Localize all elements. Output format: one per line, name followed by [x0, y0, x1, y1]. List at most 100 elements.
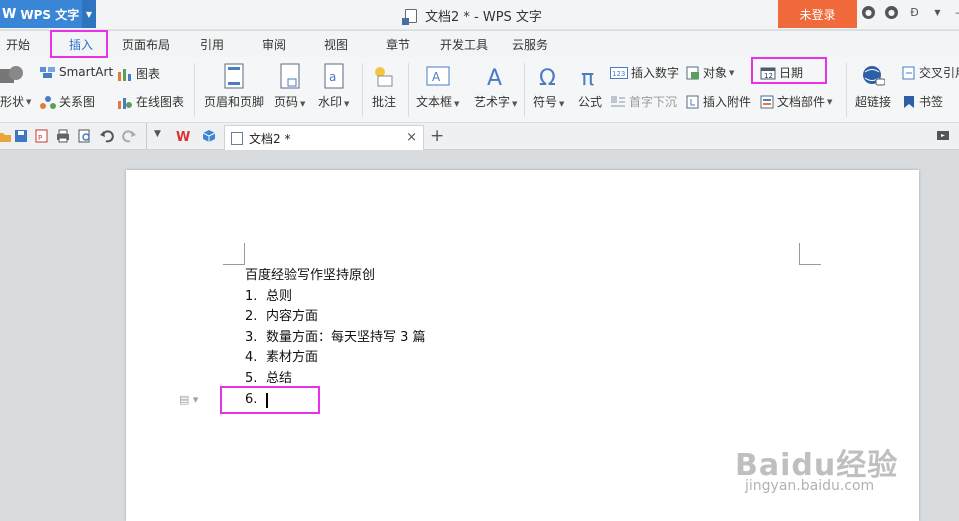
- svg-text:π: π: [581, 66, 594, 88]
- quick-access-toolbar: P ▼ W 文档2 * × +: [0, 123, 959, 150]
- page-number-icon: [278, 63, 302, 89]
- shapes-button[interactable]: 形状 ▼: [0, 93, 31, 110]
- bookmark-button[interactable]: 书签: [902, 93, 943, 110]
- chart-button[interactable]: 图表: [117, 65, 160, 82]
- wordart-label: 艺术字: [474, 95, 511, 109]
- object-button[interactable]: 对象 ▼: [686, 64, 734, 81]
- drop-cap-button[interactable]: 首字下沉: [610, 93, 677, 110]
- insert-number-button[interactable]: 123 插入数字: [610, 64, 679, 81]
- list-item: 2. 内容方面: [245, 309, 319, 325]
- textbox-label: 文本框: [416, 95, 453, 109]
- insert-attachment-button[interactable]: 插入附件: [686, 93, 751, 110]
- watermark-label: 水印: [318, 95, 343, 109]
- svg-text:a: a: [329, 70, 336, 84]
- attachment-icon: [686, 95, 699, 108]
- smartart-icon: [40, 67, 55, 78]
- undo-icon[interactable]: [100, 129, 114, 143]
- drop-cap-icon: [611, 95, 625, 107]
- tab-home[interactable]: 开始: [6, 36, 30, 53]
- page-number-button[interactable]: 页码 ▼: [274, 63, 305, 110]
- formula-label: 公式: [578, 95, 603, 109]
- tab-developer[interactable]: 开发工具: [440, 36, 488, 53]
- paragraph-handle-icon[interactable]: ▤ ▾: [179, 393, 198, 406]
- shapes-icon[interactable]: [0, 65, 29, 85]
- chart-label: 图表: [136, 67, 161, 81]
- cross-ref-button[interactable]: 交叉引用: [902, 64, 959, 81]
- wordart-button[interactable]: A 艺术字 ▼: [474, 63, 517, 110]
- svg-text:A: A: [487, 66, 502, 88]
- baidu-watermark-url: jingyan.baidu.com: [745, 478, 875, 494]
- doc-parts-button[interactable]: 文档部件 ▼: [760, 93, 832, 110]
- cube-icon[interactable]: [202, 129, 216, 143]
- window-title: 文档2 * - WPS 文字: [402, 6, 542, 25]
- tab-references[interactable]: 引用: [200, 36, 224, 53]
- number-icon: 123: [610, 66, 628, 79]
- hyperlink-button[interactable]: 超链接: [855, 63, 891, 110]
- smartart-button[interactable]: SmartArt: [40, 65, 113, 79]
- ribbon-separator: [846, 63, 847, 117]
- window-title-text: 文档2 * - WPS 文字: [425, 10, 542, 25]
- toolbar-separator: [146, 123, 147, 149]
- document-icon: [231, 131, 243, 145]
- customize-dropdown-icon[interactable]: ▼: [154, 129, 161, 139]
- export-pdf-icon[interactable]: P: [35, 129, 49, 143]
- ribbon-separator: [362, 63, 363, 117]
- redo-icon[interactable]: [122, 129, 136, 143]
- minimize-icon[interactable]: —: [954, 6, 959, 19]
- print-preview-icon[interactable]: [78, 129, 92, 143]
- insert-attachment-label: 插入附件: [703, 95, 752, 109]
- app-menu-button[interactable]: W WPS 文字 ▼: [0, 0, 96, 28]
- comment-button[interactable]: 批注: [372, 63, 396, 110]
- new-tab-icon[interactable]: +: [430, 126, 444, 146]
- highlight-insert-tab: [50, 30, 108, 58]
- close-icon[interactable]: ×: [406, 130, 417, 145]
- wps-logo-icon: W: [2, 6, 17, 22]
- skin-icon[interactable]: ●: [862, 6, 875, 19]
- chevron-down-icon[interactable]: ▼: [82, 0, 96, 28]
- settings-icon[interactable]: ●: [885, 6, 898, 19]
- cross-ref-label: 交叉引用: [919, 66, 959, 80]
- textbox-button[interactable]: A 文本框 ▼: [416, 63, 459, 110]
- open-folder-icon[interactable]: [0, 129, 11, 143]
- tab-page-layout[interactable]: 页面布局: [122, 36, 170, 53]
- tab-document[interactable]: 文档2 * ×: [224, 125, 424, 150]
- save-icon[interactable]: [14, 129, 28, 143]
- relation-button[interactable]: 关系图: [40, 93, 95, 110]
- tab-cloud[interactable]: 云服务: [512, 36, 548, 53]
- login-button[interactable]: 未登录: [778, 0, 857, 28]
- online-chart-label: 在线图表: [136, 95, 185, 109]
- bookmark-label: 书签: [919, 95, 944, 109]
- insert-number-label: 插入数字: [631, 66, 680, 80]
- svg-text:W: W: [176, 130, 190, 143]
- chevron-down-icon[interactable]: ▼: [931, 6, 944, 19]
- ribbon-separator: [194, 63, 195, 117]
- header-footer-icon: [222, 63, 246, 89]
- online-chart-button[interactable]: 在线图表: [117, 93, 184, 110]
- highlight-date-button: [751, 57, 827, 84]
- pi-icon: π: [578, 63, 602, 89]
- comment-icon: [372, 63, 396, 89]
- svg-text:Ω: Ω: [539, 66, 556, 88]
- highlight-list-item-6: [220, 386, 320, 414]
- comment-label: 批注: [372, 95, 397, 109]
- display-icon[interactable]: [936, 129, 950, 143]
- chart-icon: [118, 68, 131, 81]
- wps-home-icon[interactable]: W: [176, 129, 190, 143]
- globe-link-icon: [861, 63, 885, 89]
- list-item: 1. 总则: [245, 288, 293, 304]
- textbox-icon: A: [426, 63, 450, 89]
- tab-view[interactable]: 视图: [324, 36, 348, 53]
- watermark-icon: a: [322, 63, 346, 89]
- symbol-button[interactable]: Ω 符号 ▼: [533, 63, 564, 110]
- tab-section[interactable]: 章节: [386, 36, 410, 53]
- tab-review[interactable]: 审阅: [262, 36, 286, 53]
- ribbon-separator: [524, 63, 525, 117]
- svg-text:123: 123: [612, 70, 625, 78]
- print-icon[interactable]: [56, 129, 70, 143]
- omega-icon: Ω: [537, 63, 561, 89]
- formula-button[interactable]: π 公式: [578, 63, 602, 110]
- help-icon[interactable]: Ð: [908, 6, 921, 19]
- header-footer-button[interactable]: 页眉和页脚: [204, 63, 264, 110]
- watermark-button[interactable]: a 水印 ▼: [318, 63, 349, 110]
- online-chart-icon: [118, 97, 132, 109]
